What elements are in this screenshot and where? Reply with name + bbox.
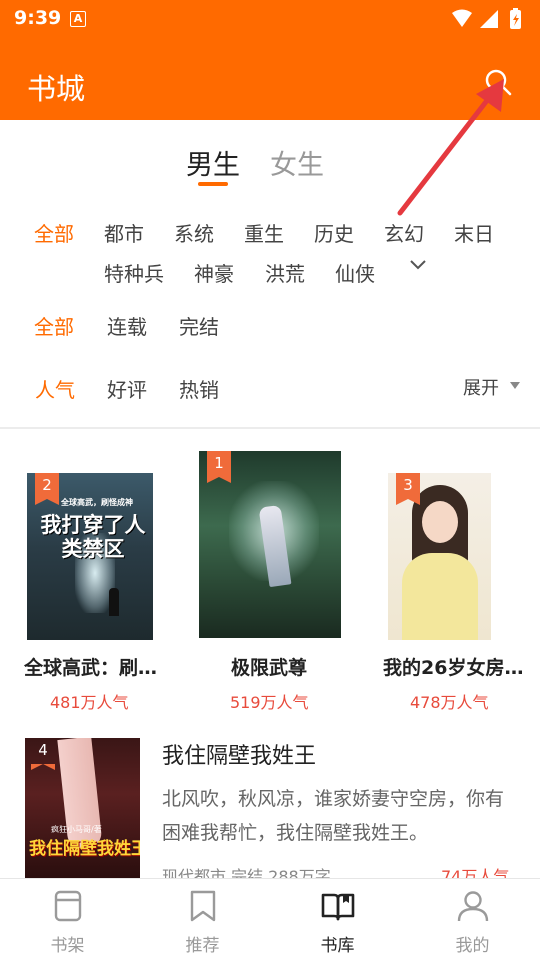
nav-item-bookshelf[interactable]: 书架 — [0, 879, 135, 960]
sort-chip-popular[interactable]: 人气 — [35, 374, 75, 403]
cover-title: 我打穿了人类禁区 — [40, 513, 146, 561]
book-cover[interactable]: 我住隔壁我姓王 疯狂小马哥/著 4 — [25, 738, 140, 878]
expand-button[interactable]: 展开 — [463, 374, 499, 400]
list-book-title[interactable]: 我住隔壁我姓王 — [162, 738, 316, 770]
sort-chip-sales[interactable]: 热销 — [179, 374, 219, 403]
divider — [0, 427, 540, 429]
status-time: 9:39 — [14, 7, 62, 29]
book-cover[interactable]: 全球高武，刷怪成神 我打穿了人类禁区 2 — [27, 473, 153, 640]
rank-badge: 1 — [207, 451, 231, 483]
nav-item-library[interactable]: 书库 — [270, 879, 405, 960]
genre-chip[interactable]: 历史 — [314, 218, 354, 247]
rank-badge: 2 — [35, 473, 59, 505]
bookmark-icon — [190, 890, 215, 922]
status-bar: 9:39 A — [0, 0, 540, 38]
cover-title: 我住隔壁我姓王 — [29, 839, 140, 859]
rank-badge: 3 — [396, 473, 420, 505]
bookshelf-icon — [54, 890, 81, 922]
chevron-down-icon[interactable] — [408, 258, 428, 272]
book-popularity: 481万人气 — [50, 693, 129, 712]
genre-chip[interactable]: 系统 — [174, 218, 214, 247]
open-book-icon — [321, 893, 354, 921]
genre-chip[interactable]: 特种兵 — [104, 258, 164, 287]
tab-indicator — [198, 182, 228, 186]
page-title: 书城 — [27, 72, 86, 106]
genre-chip[interactable]: 洪荒 — [265, 258, 305, 287]
signal-icon — [480, 10, 498, 28]
book-title[interactable]: 极限武尊 — [231, 653, 307, 680]
nav-label: 推荐 — [185, 936, 220, 956]
genre-chip[interactable]: 都市 — [104, 218, 144, 247]
triangle-down-icon[interactable] — [510, 382, 520, 389]
genre-chip[interactable]: 重生 — [244, 218, 284, 247]
bottom-nav: 书架 推荐 书库 我的 — [0, 878, 540, 960]
user-icon — [457, 891, 488, 922]
book-cover[interactable]: 1 — [199, 451, 341, 638]
nav-label: 书库 — [320, 936, 355, 956]
tab-female[interactable]: 女生 — [270, 143, 324, 182]
genre-chip[interactable]: 神豪 — [194, 258, 234, 287]
nav-label: 书架 — [50, 936, 85, 956]
rank-badge: 4 — [31, 738, 55, 770]
status-chip-serial[interactable]: 连载 — [107, 311, 147, 340]
nav-item-profile[interactable]: 我的 — [405, 879, 540, 960]
annotation-arrow — [397, 79, 504, 216]
cover-subtitle: 全球高武，刷怪成神 — [61, 498, 133, 507]
status-chip-all[interactable]: 全部 — [34, 311, 74, 340]
nav-label: 我的 — [455, 936, 490, 956]
list-book-description: 北风吹，秋风凉，谁家娇妻守空房，你有困难我帮忙，我住隔壁我姓王。 — [162, 788, 505, 844]
book-title[interactable]: 我的26岁女房… — [383, 653, 523, 680]
book-popularity: 519万人气 — [230, 693, 309, 712]
status-icons — [452, 8, 521, 29]
notification-a-icon: A — [70, 11, 86, 27]
status-chip-finished[interactable]: 完结 — [179, 311, 219, 340]
book-popularity: 478万人气 — [410, 693, 489, 712]
tab-male[interactable]: 男生 — [186, 143, 240, 182]
book-title[interactable]: 全球高武：刷… — [24, 653, 157, 680]
genre-chip[interactable]: 仙侠 — [335, 258, 375, 287]
genre-chip-all[interactable]: 全部 — [34, 218, 74, 247]
cover-author: 疯狂小马哥/著 — [51, 825, 102, 834]
sort-chip-rating[interactable]: 好评 — [107, 374, 147, 403]
nav-item-recommend[interactable]: 推荐 — [135, 879, 270, 960]
wifi-icon — [452, 9, 472, 27]
book-cover[interactable]: 3 — [388, 473, 491, 640]
